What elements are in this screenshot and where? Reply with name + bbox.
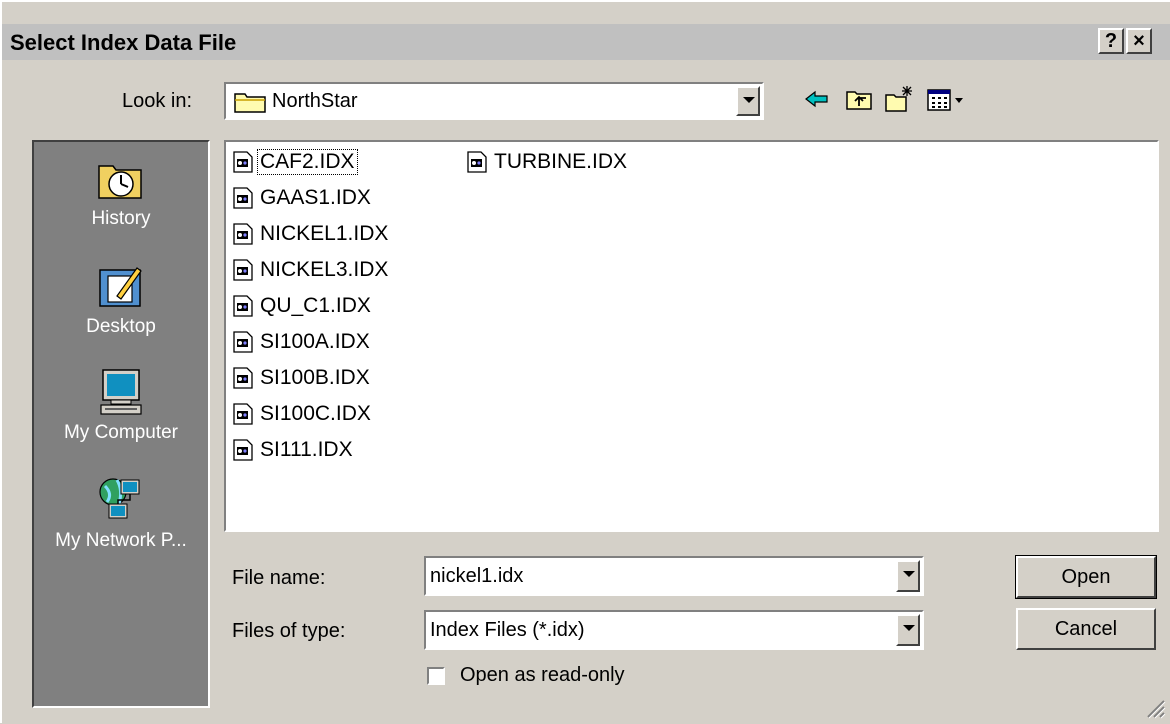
file-name-dropdown-button[interactable] [896, 560, 920, 592]
file-name: QU_C1.IDX [260, 294, 371, 317]
index-file-icon [232, 295, 254, 317]
file-name: TURBINE.IDX [494, 150, 628, 173]
files-of-type-value: Index Files (*.idx) [430, 619, 585, 641]
list-item[interactable]: SI100C.IDX [232, 398, 373, 430]
list-item[interactable]: SI100B.IDX [232, 362, 372, 394]
file-name: SI100B.IDX [260, 366, 370, 389]
help-button[interactable]: ? [1098, 28, 1124, 54]
file-name-label: File name: [232, 567, 326, 589]
list-item[interactable]: CAF2.IDX [232, 146, 358, 178]
file-name: SI100A.IDX [260, 330, 370, 353]
file-name: CAF2.IDX [257, 149, 358, 175]
close-button[interactable]: × [1126, 28, 1152, 54]
look-in-value: NorthStar [272, 90, 358, 112]
list-item[interactable]: NICKEL3.IDX [232, 254, 390, 286]
index-file-icon [232, 331, 254, 353]
file-name: GAAS1.IDX [260, 186, 371, 209]
new-folder-icon[interactable] [884, 84, 914, 114]
look-in-dropdown-button[interactable] [736, 86, 760, 116]
index-file-icon [232, 403, 254, 425]
index-file-icon [232, 151, 254, 173]
places-bar: History Desktop My Computer My Network P… [32, 140, 210, 708]
resize-grip-icon[interactable] [1144, 697, 1166, 719]
files-of-type-select[interactable]: Index Files (*.idx) [424, 610, 924, 650]
read-only-label: Open as read-only [460, 664, 625, 686]
history-icon [97, 154, 145, 202]
list-item[interactable]: GAAS1.IDX [232, 182, 373, 214]
place-desktop[interactable]: Desktop [34, 262, 208, 338]
view-menu-icon[interactable] [926, 84, 966, 114]
desktop-icon [97, 262, 145, 310]
up-folder-icon[interactable] [844, 84, 874, 114]
index-file-icon [232, 259, 254, 281]
index-file-icon [232, 187, 254, 209]
file-name-value: nickel1.idx [430, 565, 524, 587]
place-label: My Network P... [55, 530, 187, 551]
look-in-label: Look in: [122, 90, 193, 112]
index-file-icon [232, 439, 254, 461]
list-item[interactable]: TURBINE.IDX [466, 146, 629, 178]
place-label: My Computer [63, 422, 179, 443]
place-network[interactable]: My Network P... [34, 476, 208, 552]
list-item[interactable]: NICKEL1.IDX [232, 218, 390, 250]
cancel-button[interactable]: Cancel [1016, 608, 1156, 650]
place-history[interactable]: History [34, 154, 208, 230]
files-of-type-label: Files of type: [232, 620, 346, 642]
file-name: SI100C.IDX [260, 402, 371, 425]
place-label: History [91, 208, 151, 229]
dialog-title: Select Index Data File [10, 30, 237, 55]
files-of-type-dropdown-button[interactable] [896, 614, 920, 646]
list-item[interactable]: QU_C1.IDX [232, 290, 373, 322]
back-arrow-icon[interactable] [802, 84, 832, 114]
my-computer-icon [97, 368, 145, 416]
file-name: SI111.IDX [260, 438, 353, 461]
file-name: NICKEL3.IDX [260, 258, 389, 281]
title-bar: Select Index Data File ? × [2, 24, 1170, 60]
index-file-icon [466, 151, 488, 173]
list-item[interactable]: SI100A.IDX [232, 326, 372, 358]
read-only-checkbox[interactable] [427, 667, 445, 685]
select-file-dialog: Select Index Data File ? × Look in: Nort… [0, 0, 1170, 723]
index-file-icon [232, 367, 254, 389]
look-in-combo[interactable]: NorthStar [224, 82, 764, 120]
list-item[interactable]: SI111.IDX [232, 434, 355, 466]
place-my-computer[interactable]: My Computer [34, 368, 208, 444]
network-places-icon [97, 476, 145, 524]
folder-icon [234, 90, 268, 119]
place-label: Desktop [86, 316, 156, 337]
file-list[interactable]: CAF2.IDX GAAS1.IDX NICKEL1.IDX NICKEL3.I… [224, 140, 1159, 532]
open-button[interactable]: Open [1015, 555, 1157, 599]
file-name: NICKEL1.IDX [260, 222, 389, 245]
file-name-field[interactable]: nickel1.idx [424, 556, 924, 596]
index-file-icon [232, 223, 254, 245]
